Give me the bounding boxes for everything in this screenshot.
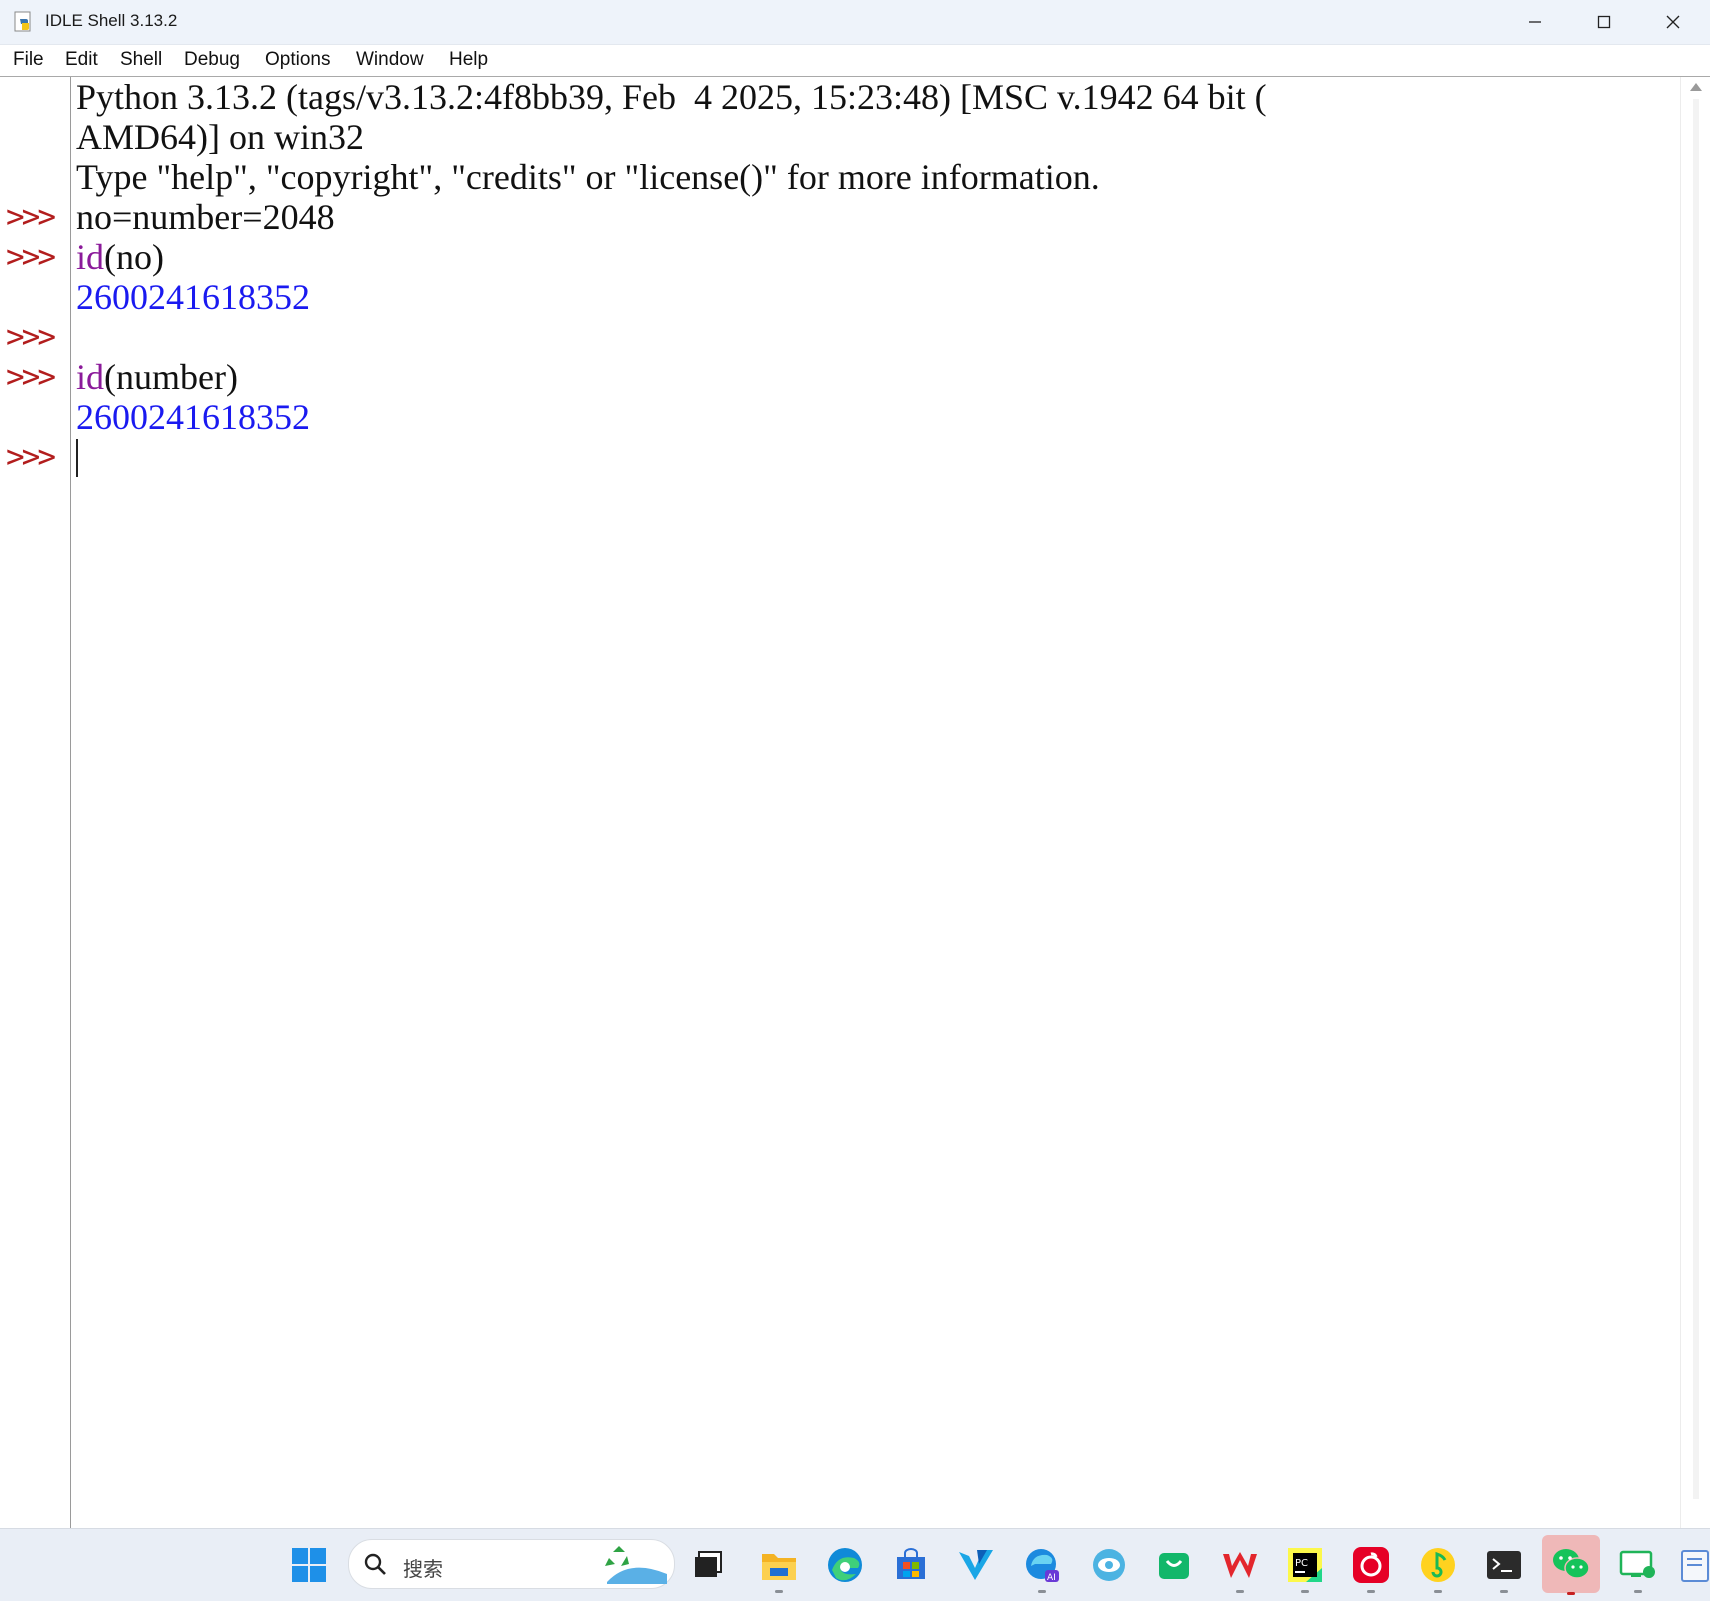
qq-music-icon [1421, 1548, 1455, 1582]
recycle-highlight-icon [605, 1546, 667, 1584]
start-icon [292, 1548, 326, 1582]
shell-area[interactable]: >>> >>> >>> >>> >>> Python 3.13.2 (tags/… [0, 76, 1710, 1528]
qq-music-button[interactable] [1416, 1543, 1460, 1593]
wps-icon [1223, 1552, 1257, 1578]
notepad-icon [1681, 1550, 1709, 1582]
search-placeholder: 搜索 [403, 1559, 443, 1581]
running-indicator [1634, 1590, 1642, 1593]
edge-ai-icon: AI [1026, 1549, 1059, 1583]
store-button[interactable] [889, 1543, 933, 1587]
svg-text:PC: PC [1295, 1558, 1308, 1569]
menu-help[interactable]: Help [446, 48, 491, 72]
edge-icon [828, 1548, 862, 1582]
taskbar: 搜索 AI PC [0, 1528, 1710, 1601]
app-v-icon [959, 1550, 993, 1580]
minimize-button[interactable] [1500, 0, 1569, 44]
netease-music-button[interactable] [1349, 1543, 1393, 1593]
search-icon [364, 1553, 386, 1575]
terminal-button[interactable] [1482, 1543, 1526, 1593]
input-line: id(number) [76, 357, 238, 397]
running-indicator [1367, 1590, 1375, 1593]
title-bar: IDLE Shell 3.13.2 [0, 0, 1710, 45]
file-explorer-icon [762, 1554, 796, 1580]
text-cursor [76, 439, 78, 477]
notepad-button[interactable] [1676, 1543, 1710, 1587]
input-line: id(no) [76, 237, 164, 277]
running-indicator [1567, 1592, 1575, 1595]
netease-music-icon [1353, 1547, 1389, 1583]
edge-ai-button[interactable]: AI [1020, 1543, 1064, 1593]
running-indicator [1038, 1590, 1046, 1593]
store-icon [897, 1548, 925, 1579]
running-indicator [1500, 1590, 1508, 1593]
menu-shell[interactable]: Shell [117, 48, 165, 72]
menu-window[interactable]: Window [353, 48, 427, 72]
scroll-up-arrow-icon[interactable] [1690, 83, 1702, 91]
menu-bar: File Edit Shell Debug Options Window Hel… [0, 45, 1710, 75]
wechat-button[interactable] [1542, 1535, 1600, 1595]
edge-button[interactable] [823, 1543, 867, 1587]
minimize-icon [1528, 21, 1541, 23]
pycharm-button[interactable]: PC [1283, 1543, 1327, 1593]
running-indicator [1236, 1590, 1244, 1593]
app-v-button[interactable] [954, 1543, 998, 1587]
builtin-keyword: id [76, 237, 105, 277]
menu-debug[interactable]: Debug [181, 48, 243, 72]
banner-line: AMD64)] on win32 [76, 117, 364, 157]
running-indicator [775, 1590, 783, 1593]
close-button[interactable] [1638, 0, 1707, 44]
maximize-icon [1597, 15, 1610, 29]
svg-text:AI: AI [1047, 1573, 1056, 1583]
start-button[interactable] [287, 1543, 331, 1587]
running-indicator [1434, 1590, 1442, 1593]
builtin-keyword: id [76, 357, 105, 397]
eye-app-icon [1093, 1549, 1125, 1581]
python-idle-icon [14, 11, 31, 32]
banner-line: Python 3.13.2 (tags/v3.13.2:4f8bb39, Feb… [76, 77, 1267, 117]
menu-edit[interactable]: Edit [62, 48, 101, 72]
shop-bag-icon [1159, 1553, 1189, 1579]
eye-app-button[interactable] [1087, 1543, 1131, 1587]
shop-bag-button[interactable] [1152, 1543, 1196, 1587]
close-icon [1666, 15, 1679, 29]
terminal-icon [1487, 1551, 1521, 1579]
prompt-marker: >>> [6, 319, 56, 355]
task-view-button[interactable] [686, 1543, 730, 1587]
vertical-scrollbar[interactable] [1680, 77, 1710, 1528]
maximize-button[interactable] [1569, 0, 1638, 44]
task-view-icon [695, 1551, 722, 1577]
banner-line: Type "help", "copyright", "credits" or "… [76, 157, 1100, 197]
running-indicator [1301, 1590, 1309, 1593]
menu-file[interactable]: File [10, 48, 47, 72]
wps-button[interactable] [1218, 1543, 1262, 1593]
prompt-marker: >>> [6, 359, 56, 395]
prompt-marker: >>> [6, 239, 56, 275]
remote-button[interactable] [1616, 1543, 1660, 1593]
pycharm-icon: PC [1288, 1548, 1322, 1582]
file-explorer-button[interactable] [757, 1543, 801, 1593]
prompt-gutter: >>> >>> >>> >>> >>> [0, 77, 71, 1528]
code-text: (number) [104, 357, 238, 397]
wechat-icon [1553, 1549, 1590, 1579]
scrollbar-thumb[interactable] [1693, 99, 1699, 1499]
taskbar-search[interactable]: 搜索 [348, 1539, 675, 1589]
output-line: 2600241618352 [76, 277, 310, 317]
input-line: no=number=2048 [76, 197, 335, 237]
remote-icon [1619, 1550, 1655, 1578]
window-title: IDLE Shell 3.13.2 [45, 11, 178, 30]
prompt-marker: >>> [6, 439, 56, 475]
prompt-marker: >>> [6, 199, 56, 235]
menu-options[interactable]: Options [262, 48, 333, 72]
code-text: (no) [104, 237, 164, 277]
output-line: 2600241618352 [76, 397, 310, 437]
